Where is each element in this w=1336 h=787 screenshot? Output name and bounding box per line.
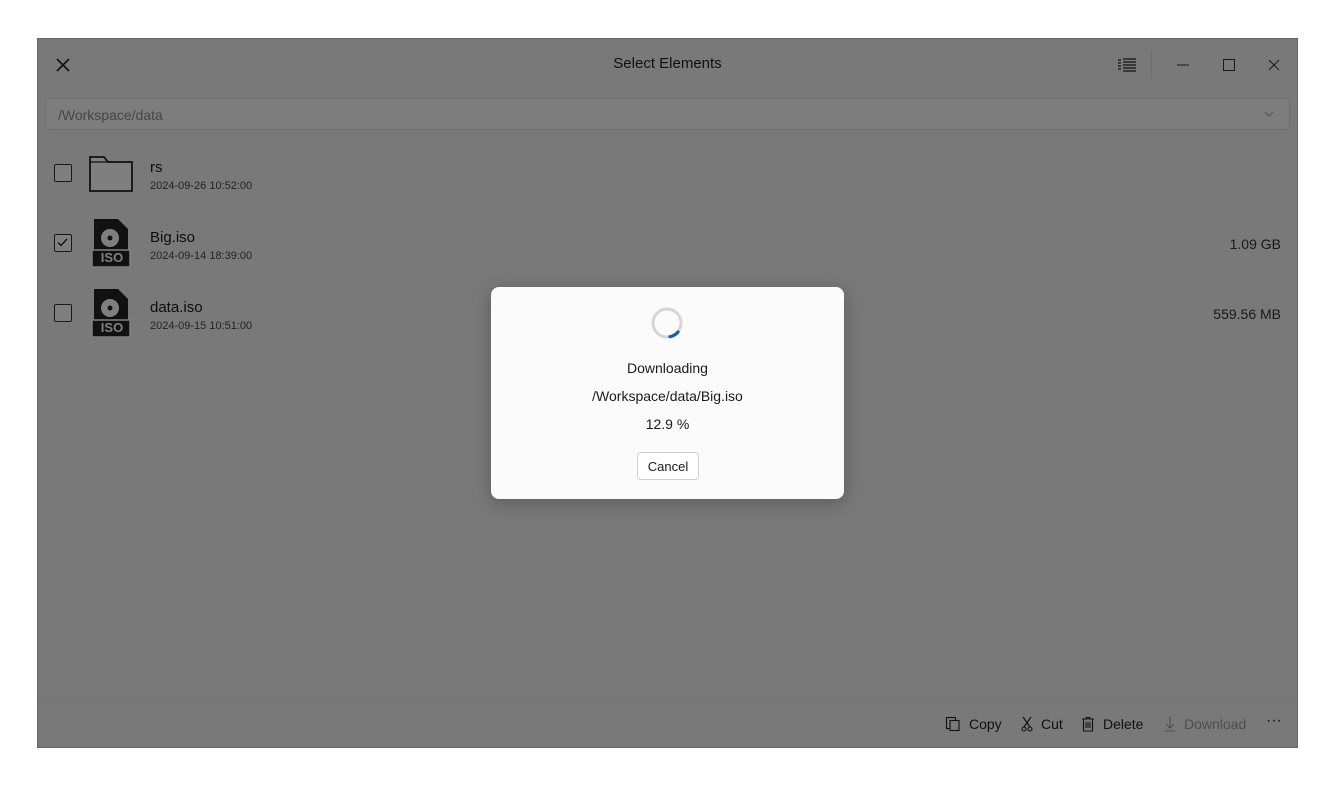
download-progress-dialog: Downloading /Workspace/data/Big.iso 12.9… [491, 287, 844, 499]
download-progress: 12.9 % [645, 416, 690, 432]
loading-spinner-icon [651, 307, 683, 339]
cancel-button[interactable]: Cancel [637, 452, 699, 480]
download-file-path: /Workspace/data/Big.iso [592, 388, 743, 404]
download-status: Downloading [627, 360, 708, 376]
